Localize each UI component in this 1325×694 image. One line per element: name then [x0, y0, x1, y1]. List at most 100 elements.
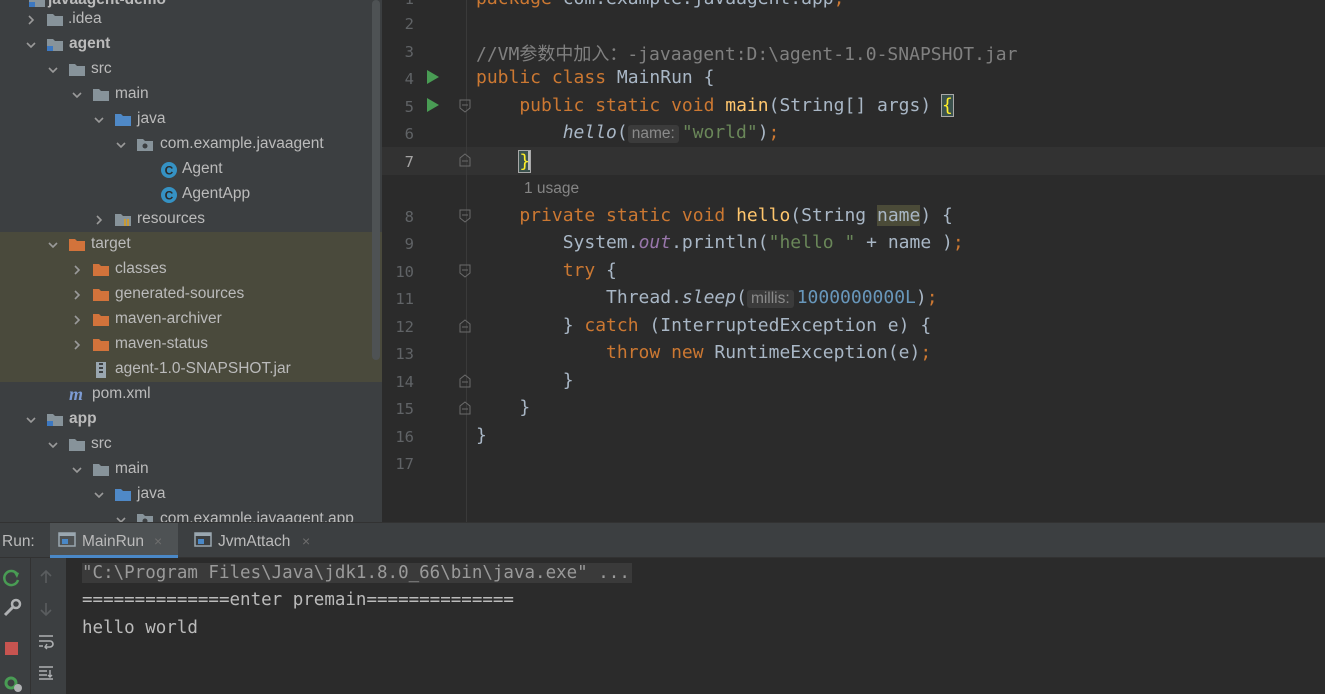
- tree-item-maven-archiver[interactable]: maven-archiver: [0, 307, 382, 332]
- svg-text:m: m: [69, 386, 83, 404]
- fold-icon[interactable]: [458, 264, 472, 278]
- console-line: ==============enter premain=============…: [82, 590, 514, 610]
- parameter-hint: millis:: [746, 290, 794, 308]
- chevron-down-icon[interactable]: [46, 432, 60, 457]
- tree-item-target[interactable]: target: [0, 232, 382, 257]
- soft-wrap-icon[interactable]: [37, 632, 59, 654]
- tree-item-main[interactable]: main: [0, 82, 382, 107]
- chevron-right-icon[interactable]: [92, 207, 106, 232]
- arrow-down-icon[interactable]: [37, 600, 59, 622]
- tree-scrollbar[interactable]: [372, 0, 380, 360]
- chevron-down-icon[interactable]: [92, 482, 106, 507]
- wrench-icon[interactable]: [2, 598, 24, 620]
- tree-item-maven-status[interactable]: maven-status: [0, 332, 382, 357]
- tree-item-agent-class[interactable]: C Agent: [0, 157, 382, 182]
- line-number: 10: [395, 263, 414, 281]
- tree-item-label: resources: [137, 210, 206, 227]
- close-icon[interactable]: ×: [154, 533, 162, 549]
- line-number: 17: [395, 455, 414, 473]
- tree-item-src[interactable]: src: [0, 57, 382, 82]
- chevron-down-icon[interactable]: [24, 32, 38, 57]
- folder-icon: [92, 461, 110, 478]
- fold-icon[interactable]: [458, 401, 472, 415]
- run-class-icon[interactable]: [426, 69, 440, 90]
- maven-icon: m: [68, 384, 86, 404]
- tree-item-resources[interactable]: resources: [0, 207, 382, 232]
- tree-item-label: generated-sources: [115, 285, 245, 302]
- svg-text:C: C: [165, 189, 174, 203]
- chevron-down-icon[interactable]: [70, 82, 84, 107]
- tree-item-classes[interactable]: classes: [0, 257, 382, 282]
- console-output[interactable]: "C:\Program Files\Java\jdk1.8.0_66\bin\j…: [66, 558, 1325, 694]
- tree-item-app-java[interactable]: java: [0, 482, 382, 507]
- line-number: 5: [404, 98, 414, 116]
- console-icon: [58, 532, 76, 553]
- text-caret: [528, 150, 531, 170]
- code-line-10: try {: [476, 260, 617, 281]
- fold-icon[interactable]: [458, 99, 472, 113]
- scroll-to-end-icon[interactable]: [37, 664, 59, 686]
- chevron-right-icon[interactable]: [24, 7, 38, 32]
- console-line[interactable]: "C:\Program Files\Java\jdk1.8.0_66\bin\j…: [82, 563, 632, 583]
- line-number: 15: [395, 400, 414, 418]
- close-icon[interactable]: ×: [302, 533, 310, 549]
- tree-item-app-package[interactable]: com.example.javaagent.app: [0, 507, 382, 522]
- folder-icon: [92, 86, 110, 103]
- line-number: 7: [404, 153, 414, 171]
- fold-icon[interactable]: [458, 374, 472, 388]
- resources-folder-icon: [114, 211, 132, 228]
- code-line-13: throw new RuntimeException(e);: [476, 342, 932, 363]
- tab-mainrun[interactable]: MainRun ×: [50, 523, 178, 558]
- chevron-down-icon[interactable]: [24, 407, 38, 432]
- arrow-up-icon[interactable]: [37, 568, 59, 590]
- chevron-down-icon[interactable]: [46, 232, 60, 257]
- chevron-right-icon[interactable]: [70, 332, 84, 357]
- jar-icon: [92, 361, 110, 378]
- fold-icon[interactable]: [458, 209, 472, 223]
- code-line-11: Thread.sleep(millis: 1000000000L);: [476, 287, 938, 308]
- tree-item-agentapp-class[interactable]: C AgentApp: [0, 182, 382, 207]
- excluded-folder-icon: [92, 261, 110, 278]
- line-number: 3: [404, 43, 414, 61]
- gutter-separator: [466, 0, 467, 522]
- chevron-right-icon[interactable]: [70, 307, 84, 332]
- chevron-right-icon[interactable]: [70, 257, 84, 282]
- code-editor[interactable]: 1 2 3 4 5 6 7 8 9 10 11 12 13 14 15 16 1…: [382, 0, 1325, 522]
- svg-text:C: C: [165, 164, 174, 178]
- code-line-7: }: [476, 150, 532, 173]
- tree-item-idea[interactable]: .idea: [0, 7, 382, 32]
- tree-item-app-src[interactable]: src: [0, 432, 382, 457]
- tree-item-generated-sources[interactable]: generated-sources: [0, 282, 382, 307]
- stop-icon[interactable]: [4, 641, 26, 663]
- console-icon: [194, 532, 212, 553]
- tree-item-agent[interactable]: agent: [0, 32, 382, 57]
- tree-item-pom[interactable]: m pom.xml: [0, 382, 382, 407]
- settings-icon[interactable]: [2, 672, 24, 694]
- source-folder-icon: [114, 111, 132, 128]
- chevron-down-icon[interactable]: [114, 507, 128, 522]
- rerun-icon[interactable]: [2, 568, 24, 590]
- tree-item-app[interactable]: app: [0, 407, 382, 432]
- tree-item-jar[interactable]: agent-1.0-SNAPSHOT.jar: [0, 357, 382, 382]
- tree-item-package[interactable]: com.example.javaagent: [0, 132, 382, 157]
- run-main-icon[interactable]: [426, 97, 440, 118]
- code-line-4: public class MainRun {: [476, 67, 715, 88]
- tree-item-java[interactable]: java: [0, 107, 382, 132]
- chevron-down-icon[interactable]: [70, 457, 84, 482]
- tree-item-app-main[interactable]: main: [0, 457, 382, 482]
- fold-icon[interactable]: [458, 153, 472, 167]
- code-line-8: private static void hello(String name) {: [476, 205, 953, 226]
- tree-item-label: AgentApp: [182, 185, 251, 202]
- chevron-down-icon[interactable]: [46, 57, 60, 82]
- chevron-right-icon[interactable]: [70, 282, 84, 307]
- tree-item-label: agent: [69, 35, 111, 52]
- tab-jvmattach[interactable]: JvmAttach ×: [186, 523, 326, 558]
- fold-icon[interactable]: [458, 319, 472, 333]
- chevron-down-icon[interactable]: [92, 107, 106, 132]
- project-tree[interactable]: javaagent-demo .idea agent src main java…: [0, 0, 382, 522]
- chevron-down-icon[interactable]: [114, 132, 128, 157]
- module-folder-icon: [46, 36, 64, 53]
- usage-hint[interactable]: 1 usage: [524, 180, 579, 198]
- code-line-5: public static void main(String[] args) {: [476, 94, 954, 117]
- class-icon: C: [160, 186, 178, 203]
